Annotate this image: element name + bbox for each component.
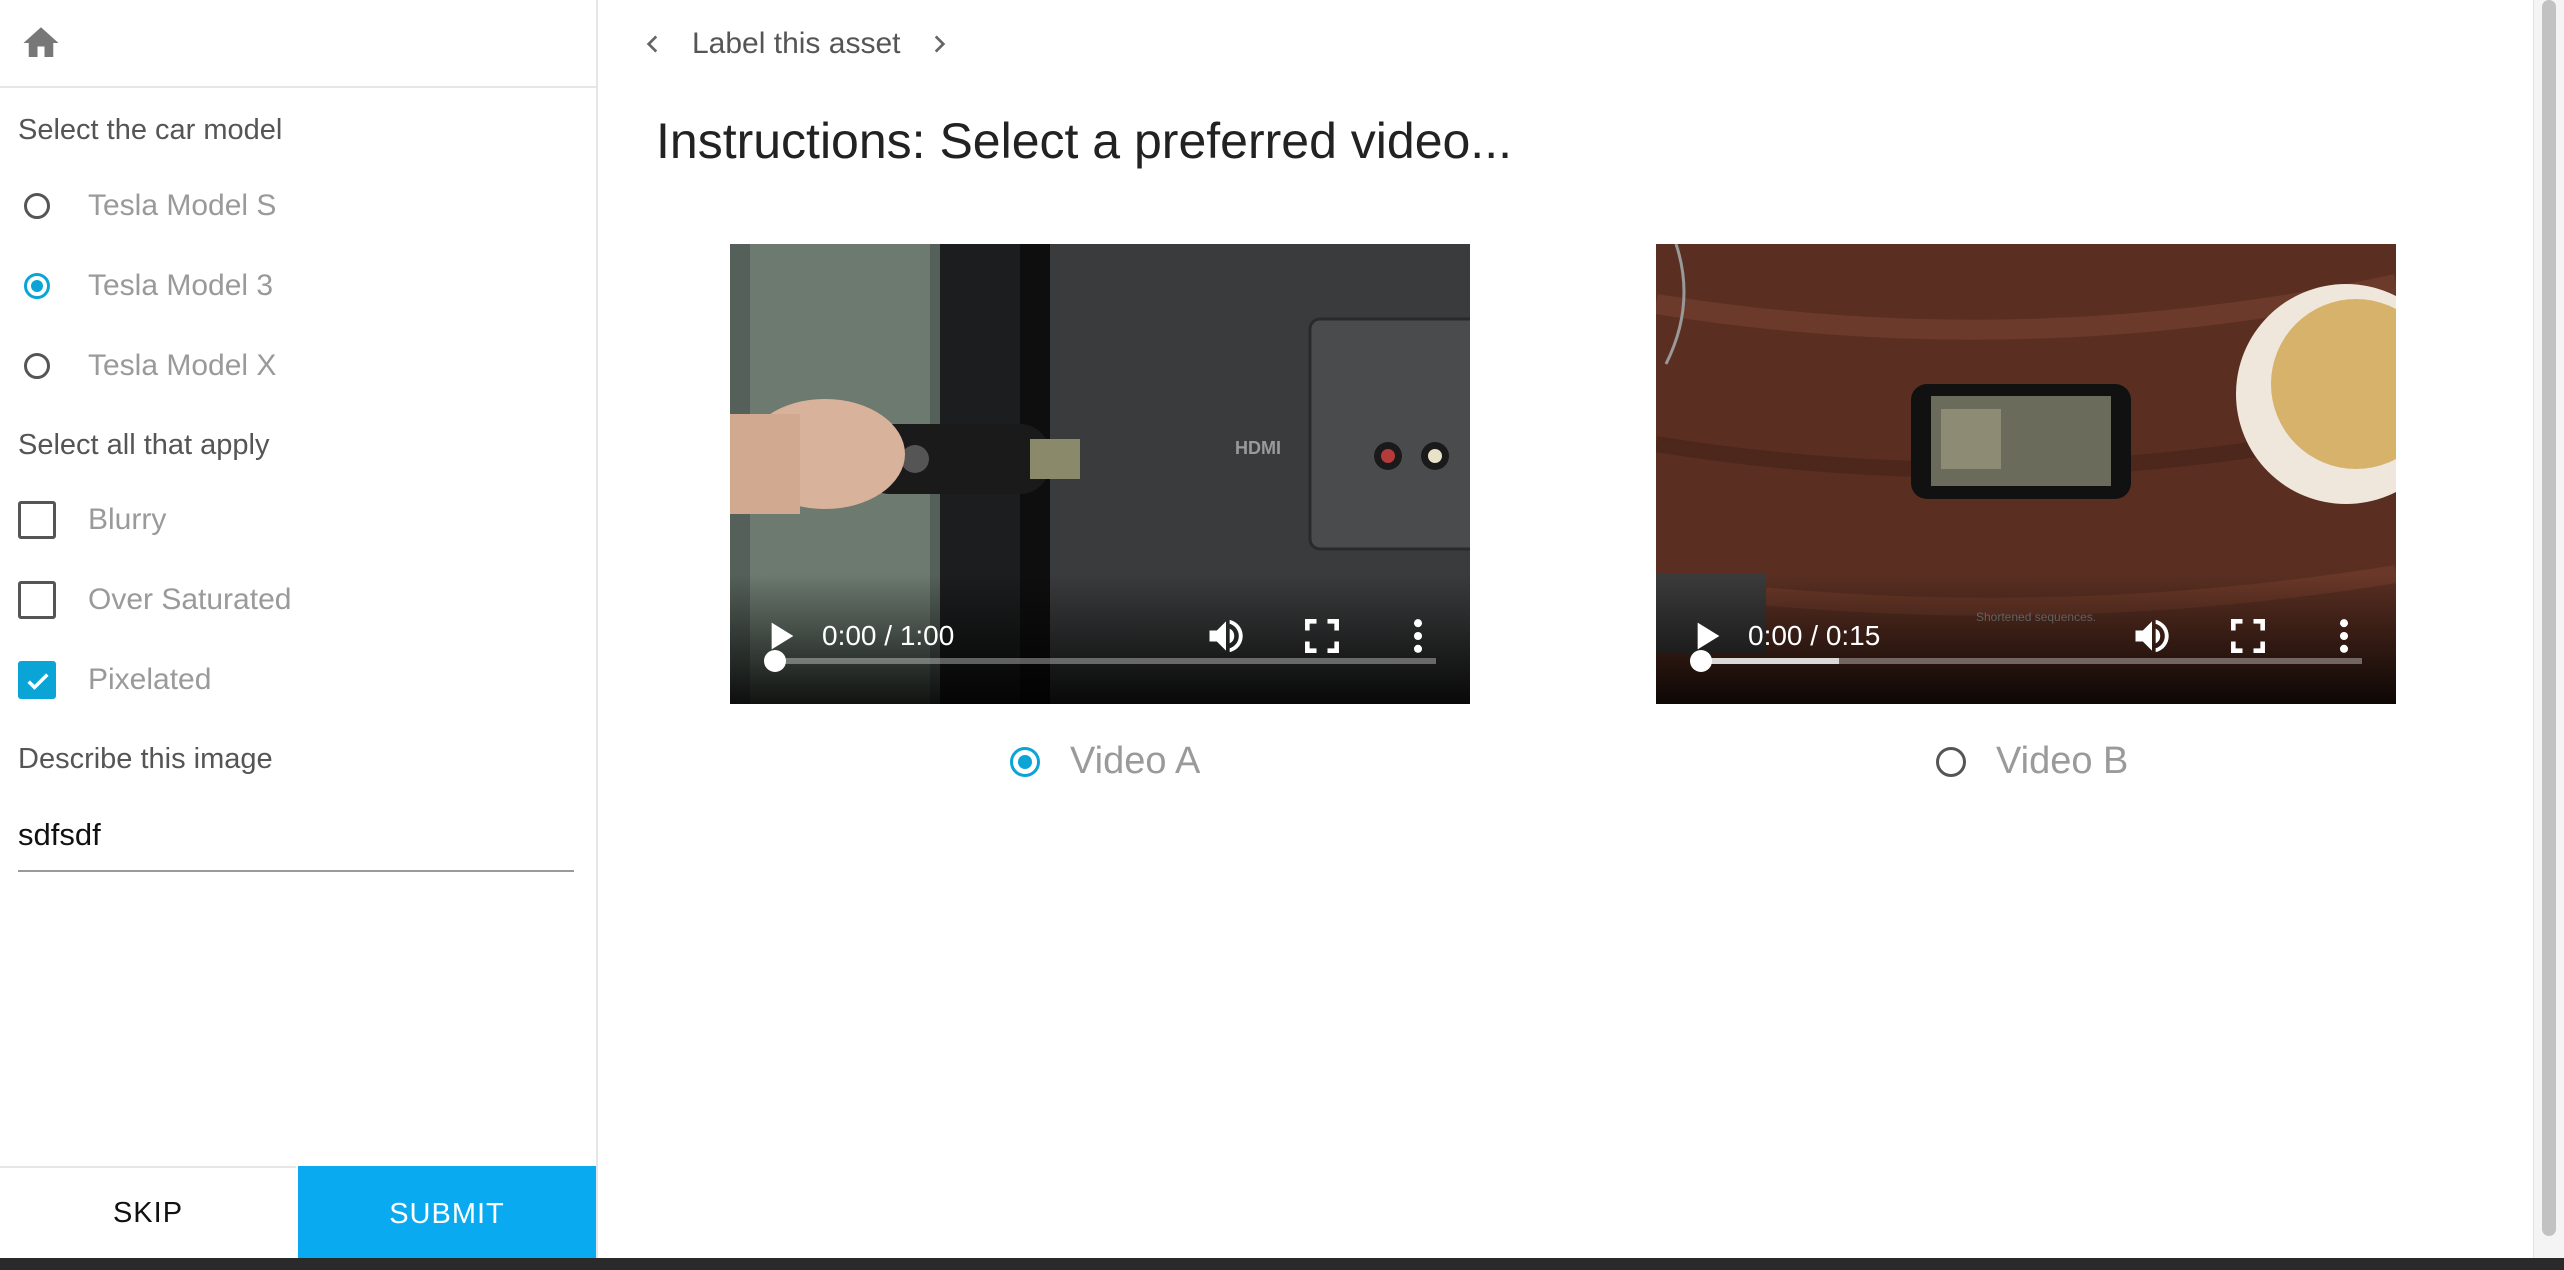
video-player-b[interactable]: Shortened sequences. 0:00 / 0:15 xyxy=(1656,244,2396,704)
home-icon[interactable] xyxy=(20,22,62,64)
radio-button[interactable] xyxy=(24,273,50,299)
instructions-heading: Instructions: Select a preferred video..… xyxy=(656,113,1512,169)
more-vert-icon[interactable] xyxy=(2322,614,2366,658)
progress-knob[interactable] xyxy=(764,650,786,672)
progress-knob[interactable] xyxy=(1690,650,1712,672)
checkbox[interactable] xyxy=(18,581,56,619)
chevron-right-icon[interactable] xyxy=(926,31,952,57)
sidebar: Select the car model Tesla Model S Tesla… xyxy=(0,0,598,1262)
checkbox[interactable] xyxy=(18,501,56,539)
checkbox-label: Pixelated xyxy=(88,663,212,696)
radio-label: Tesla Model X xyxy=(88,349,277,382)
choice-label: Video A xyxy=(1070,740,1201,782)
fullscreen-icon[interactable] xyxy=(1300,614,1344,658)
video-controls: 0:00 / 1:00 xyxy=(730,574,1470,704)
radio-button[interactable] xyxy=(24,193,50,219)
controls-row: 0:00 / 1:00 xyxy=(760,614,1440,658)
radio-button[interactable] xyxy=(1010,746,1040,777)
radio-tesla-model-s[interactable]: Tesla Model S xyxy=(18,181,276,231)
play-icon[interactable] xyxy=(760,616,800,656)
checkbox[interactable] xyxy=(18,661,56,699)
scrollbar-thumb[interactable] xyxy=(2542,0,2556,1236)
radio-label: Tesla Model 3 xyxy=(88,269,274,302)
choice-label: Video B xyxy=(1996,740,2129,782)
svg-text:HDMI: HDMI xyxy=(1235,438,1281,458)
checkmark-icon xyxy=(27,673,49,690)
radio-label: Tesla Model S xyxy=(88,189,277,222)
describe-label: Describe this image xyxy=(18,743,273,775)
radio-tesla-model-x[interactable]: Tesla Model X xyxy=(18,341,276,391)
more-vert-icon[interactable] xyxy=(1396,614,1440,658)
radio-tesla-model-3[interactable]: Tesla Model 3 xyxy=(18,261,273,311)
play-icon[interactable] xyxy=(1686,616,1726,656)
video-time: 0:00 / 1:00 xyxy=(822,620,955,651)
radio-button[interactable] xyxy=(1936,746,1966,777)
submit-button[interactable]: SUBMIT xyxy=(298,1166,596,1262)
volume-icon[interactable] xyxy=(1204,614,1248,658)
breadcrumb-title: Label this asset xyxy=(692,27,901,60)
checkbox-over-saturated[interactable]: Over Saturated xyxy=(18,575,291,625)
breadcrumb: Label this asset xyxy=(640,22,952,66)
skip-button[interactable]: SKIP xyxy=(0,1166,296,1258)
checkbox-pixelated[interactable]: Pixelated xyxy=(18,655,211,705)
select-all-label: Select all that apply xyxy=(18,429,270,461)
checkbox-label: Over Saturated xyxy=(88,583,292,616)
scrollbar[interactable] xyxy=(2533,0,2564,1258)
window-bottom-bar xyxy=(0,1258,2564,1270)
choice-video-a[interactable]: Video A xyxy=(1004,740,1200,783)
video-progress-bar[interactable] xyxy=(1690,650,2362,672)
volume-icon[interactable] xyxy=(2130,614,2174,658)
checkbox-label: Blurry xyxy=(88,503,167,536)
video-player-a[interactable]: HDMI 0:00 / 1:00 xyxy=(730,244,1470,704)
video-controls: 0:00 / 0:15 xyxy=(1656,574,2396,704)
video-time: 0:00 / 0:15 xyxy=(1748,620,1881,651)
video-progress-bar[interactable] xyxy=(764,650,1436,672)
sidebar-header xyxy=(0,0,596,88)
controls-row: 0:00 / 0:15 xyxy=(1686,614,2366,658)
choice-video-b[interactable]: Video B xyxy=(1930,740,2128,783)
car-model-label: Select the car model xyxy=(18,114,283,146)
checkbox-blurry[interactable]: Blurry xyxy=(18,495,166,545)
describe-input[interactable] xyxy=(18,800,574,872)
progress-buffer xyxy=(1700,658,1840,664)
chevron-left-icon[interactable] xyxy=(640,31,666,57)
fullscreen-icon[interactable] xyxy=(2226,614,2270,658)
radio-button[interactable] xyxy=(24,353,50,379)
